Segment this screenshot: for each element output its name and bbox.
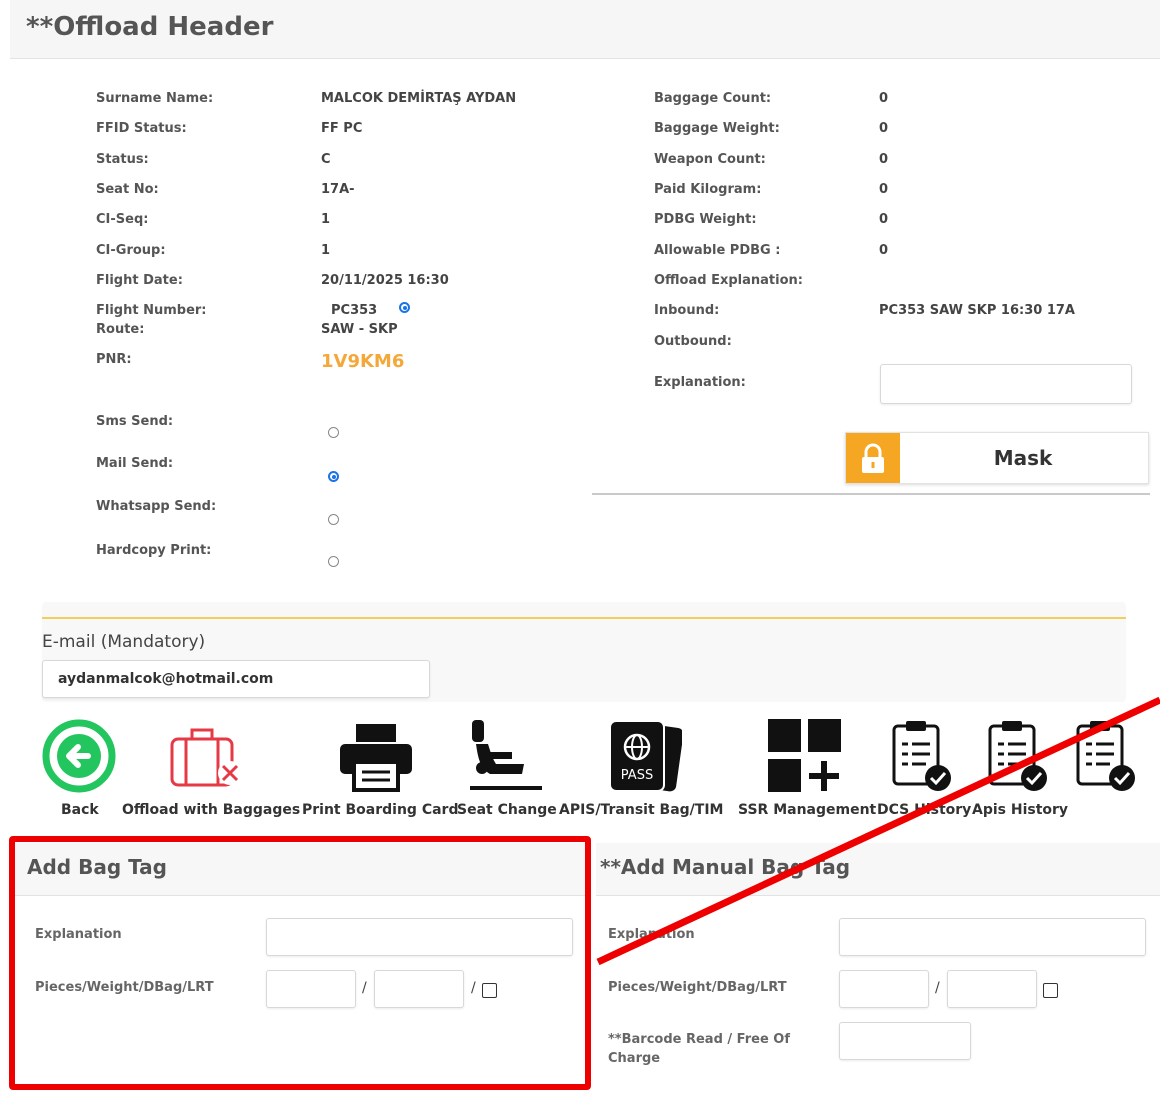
highlight-arrow: [596, 696, 1160, 966]
